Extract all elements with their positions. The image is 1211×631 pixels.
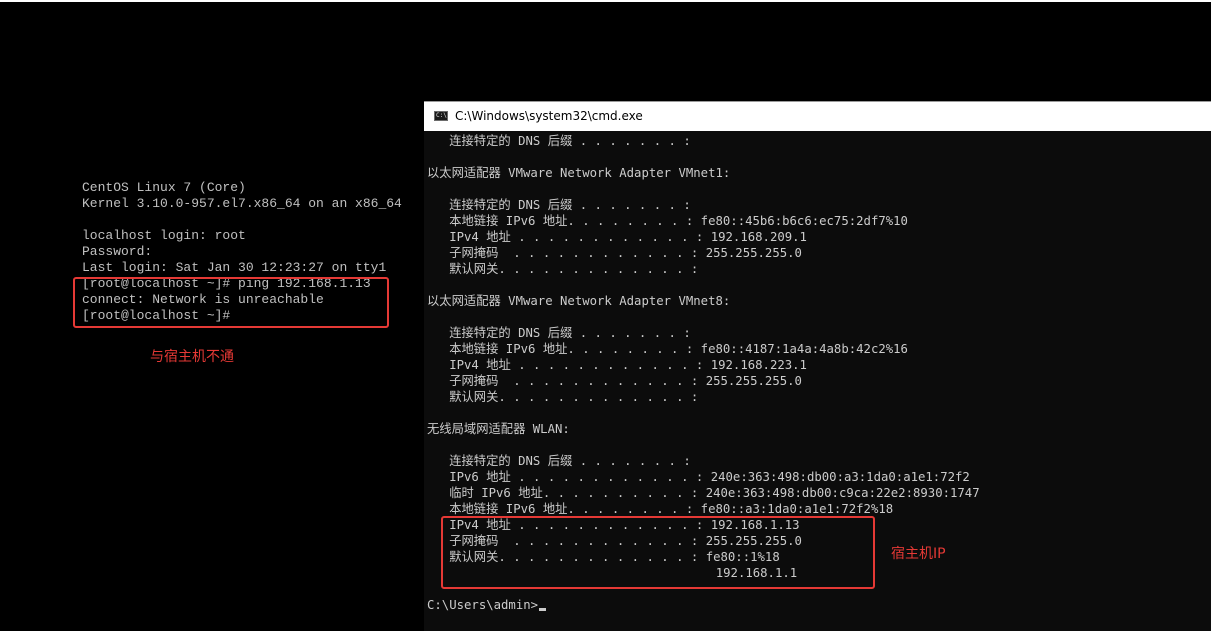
cmd-line: 默认网关. . . . . . . . . . . . . :	[427, 390, 699, 404]
cmd-titlebar[interactable]: C:\ C:\Windows\system32\cmd.exe	[424, 101, 1211, 131]
cmd-line: 连接特定的 DNS 后缀 . . . . . . . :	[427, 326, 691, 340]
console-line: Password:	[82, 244, 153, 259]
cmd-line: 本地链接 IPv6 地址. . . . . . . . : fe80::45b6…	[427, 214, 908, 228]
cmd-line: 子网掩码 . . . . . . . . . . . . : 255.255.2…	[427, 246, 802, 260]
cmd-line: 以太网适配器 VMware Network Adapter VMnet1:	[427, 166, 731, 180]
console-line: localhost login: root	[82, 228, 246, 243]
cmd-line: 默认网关. . . . . . . . . . . . . :	[427, 262, 699, 276]
cmd-line: 连接特定的 DNS 后缀 . . . . . . . :	[427, 134, 691, 148]
console-line: CentOS Linux 7 (Core)	[82, 180, 246, 195]
cmd-line: 连接特定的 DNS 后缀 . . . . . . . :	[427, 198, 691, 212]
cmd-prompt: C:\Users\admin>	[427, 598, 539, 612]
annotation-label-unreachable: 与宿主机不通	[150, 349, 234, 365]
cmd-line: 以太网适配器 VMware Network Adapter VMnet8:	[427, 294, 731, 308]
annotation-box-host-ip	[441, 516, 875, 589]
text-cursor	[539, 608, 547, 611]
cmd-line: IPv4 地址 . . . . . . . . . . . . : 192.16…	[427, 358, 807, 372]
cmd-line: 本地链接 IPv6 地址. . . . . . . . : fe80::4187…	[427, 342, 908, 356]
cmd-app-icon: C:\	[434, 111, 448, 121]
cmd-line: IPv6 地址 . . . . . . . . . . . . : 240e:3…	[427, 470, 970, 484]
cmd-window-title: C:\Windows\system32\cmd.exe	[455, 109, 643, 123]
annotation-box-ping	[73, 277, 389, 328]
cmd-line: 无线局域网适配器 WLAN:	[427, 422, 570, 436]
top-edge	[0, 0, 1211, 2]
cmd-line: 本地链接 IPv6 地址. . . . . . . . : fe80::a3:1…	[427, 502, 894, 516]
annotation-label-host-ip: 宿主机IP	[891, 546, 946, 562]
cmd-line: 子网掩码 . . . . . . . . . . . . : 255.255.2…	[427, 374, 802, 388]
cmd-line: 连接特定的 DNS 后缀 . . . . . . . :	[427, 454, 691, 468]
console-line: Kernel 3.10.0-957.el7.x86_64 on an x86_6…	[82, 196, 402, 211]
cmd-line: 临时 IPv6 地址. . . . . . . . . . : 240e:363…	[427, 486, 980, 500]
cmd-line: IPv4 地址 . . . . . . . . . . . . : 192.16…	[427, 230, 807, 244]
cmd-prompt-line[interactable]: C:\Users\admin>	[427, 597, 547, 613]
console-line: Last login: Sat Jan 30 12:23:27 on tty1	[82, 260, 387, 275]
